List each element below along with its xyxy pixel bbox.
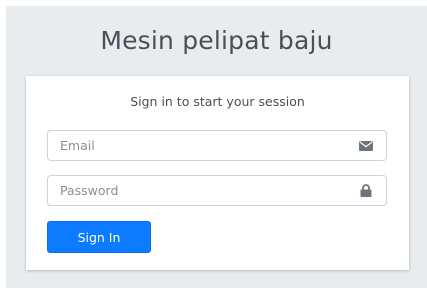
app-title: Mesin pelipat baju xyxy=(100,26,333,55)
login-box-message: Sign in to start your session xyxy=(130,94,305,109)
sign-in-button[interactable]: Sign In xyxy=(47,221,151,253)
lock-icon xyxy=(358,184,374,197)
email-input-group xyxy=(47,130,387,161)
password-input[interactable] xyxy=(48,176,348,205)
envelope-icon xyxy=(358,139,374,152)
login-card: Sign in to start your session Sign In xyxy=(26,76,409,270)
password-input-group xyxy=(47,175,387,206)
email-input[interactable] xyxy=(48,131,348,160)
